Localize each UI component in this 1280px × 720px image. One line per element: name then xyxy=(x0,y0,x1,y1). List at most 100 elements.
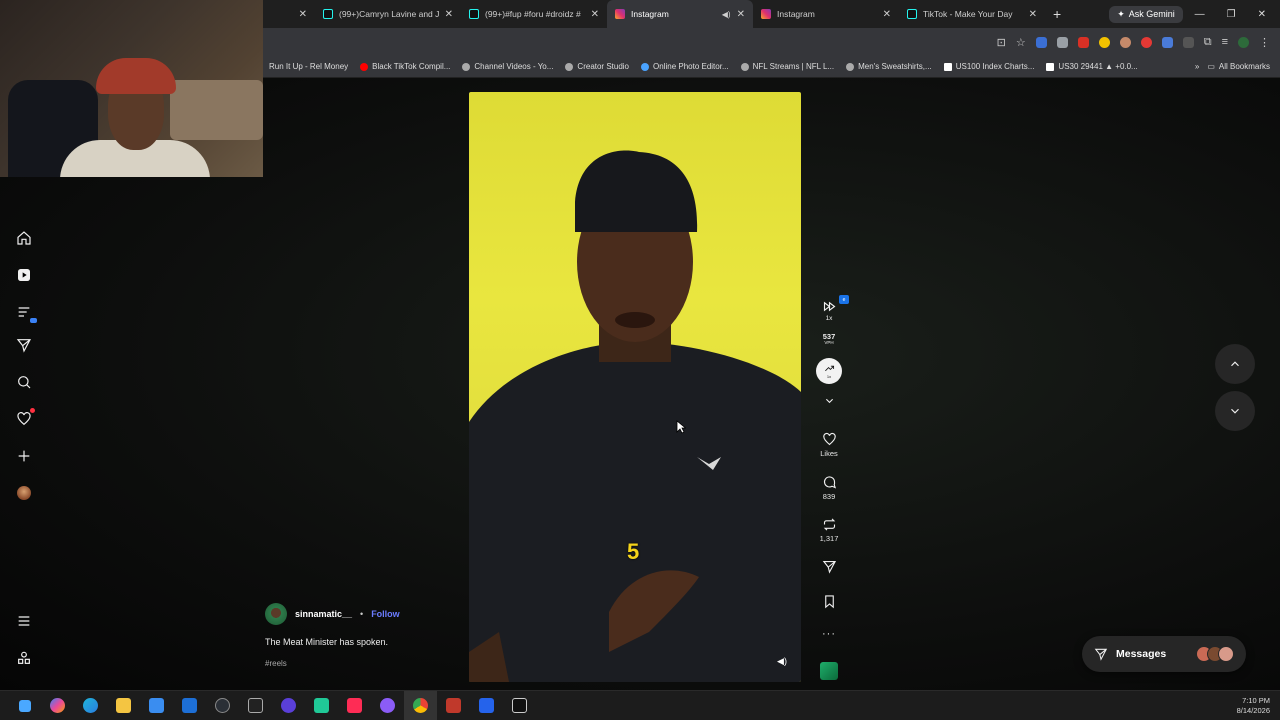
extension-icon[interactable] xyxy=(1098,36,1110,48)
tab-close-icon[interactable]: ✕ xyxy=(299,9,307,20)
feed-filter-icon[interactable] xyxy=(15,303,37,323)
bookmark-item[interactable]: Men's Sweatshirts,... xyxy=(840,62,938,71)
close-window-icon[interactable]: ✕ xyxy=(1258,9,1266,20)
tab-tiktok-fup[interactable]: (99+)#fup #foru #droidz # ✕ xyxy=(461,0,607,28)
ask-gemini-button[interactable]: ✦ Ask Gemini xyxy=(1109,5,1183,23)
globe-icon xyxy=(740,62,749,71)
minimize-icon[interactable]: — xyxy=(1195,9,1205,20)
folder-icon: ▭ xyxy=(1207,62,1215,71)
outlook-icon[interactable] xyxy=(173,691,206,720)
comment-button[interactable]: 839 xyxy=(812,475,846,501)
save-button[interactable] xyxy=(812,594,846,609)
previous-reel-button[interactable] xyxy=(1215,344,1255,384)
plus-app-icon[interactable] xyxy=(470,691,503,720)
store-icon[interactable] xyxy=(140,691,173,720)
audio-button[interactable] xyxy=(812,662,846,680)
tab-tiktok-home[interactable]: TikTok - Make Your Day ✕ xyxy=(899,0,1045,28)
reel-video[interactable]: 5 ◀) xyxy=(469,92,801,682)
messages-button[interactable]: Messages xyxy=(1082,636,1246,672)
repost-button[interactable]: 1,317 xyxy=(812,517,846,543)
file-explorer-icon[interactable] xyxy=(107,691,140,720)
bookmark-item[interactable]: Run It Up - Rel Money xyxy=(263,62,354,71)
epic-games-icon[interactable] xyxy=(239,691,272,720)
bookmarks-overflow-button[interactable]: » xyxy=(1187,62,1207,71)
bookmark-item[interactable]: Creator Studio xyxy=(559,62,635,71)
capcut-icon[interactable] xyxy=(305,691,338,720)
profile-avatar[interactable] xyxy=(15,484,33,502)
heart-icon xyxy=(822,432,836,446)
extension-icon[interactable] xyxy=(1182,36,1194,48)
expand-chevron-icon[interactable] xyxy=(812,393,846,408)
tab-instagram[interactable]: Instagram ✕ xyxy=(753,0,899,28)
bookmark-item[interactable]: Channel Videos - Yo... xyxy=(456,62,559,71)
speaker-icon[interactable]: ◀) xyxy=(775,654,789,668)
playback-speed-button[interactable]: 1x e xyxy=(812,295,849,322)
tiktok-app-icon[interactable] xyxy=(338,691,371,720)
tab-title: Instagram xyxy=(777,9,815,19)
install-app-icon[interactable]: ⊡ xyxy=(997,36,1006,49)
more-options-button[interactable]: ··· xyxy=(812,628,846,640)
instagram-favicon xyxy=(761,9,771,19)
caption-hashtag[interactable]: #reels xyxy=(265,659,465,668)
edge-browser-icon[interactable] xyxy=(74,691,107,720)
discord-icon[interactable] xyxy=(371,691,404,720)
bookmark-item[interactable]: Online Photo Editor... xyxy=(635,62,735,71)
profile-avatar-icon[interactable] xyxy=(1238,36,1249,48)
bookmark-item[interactable]: NFL Streams | NFL L... xyxy=(735,62,841,71)
comments-count: 839 xyxy=(822,492,836,501)
notifications-heart-icon[interactable] xyxy=(15,408,35,428)
tab-instagram-active[interactable]: Instagram ◀) ✕ xyxy=(607,0,753,28)
tf-app-icon[interactable] xyxy=(437,691,470,720)
extension-badge: e xyxy=(839,295,849,304)
bookmark-item[interactable]: US30 29441 ▲ +0.0... xyxy=(1040,62,1143,71)
extension-icon[interactable] xyxy=(1077,36,1089,48)
extension-icon[interactable] xyxy=(1161,36,1173,48)
system-clock[interactable]: 7:10 PM 8/14/2026 xyxy=(1237,696,1280,716)
follow-button[interactable]: Follow xyxy=(371,609,400,619)
restore-icon[interactable]: ❐ xyxy=(1227,9,1236,20)
home-icon[interactable] xyxy=(15,229,33,247)
next-reel-button[interactable] xyxy=(1215,391,1255,431)
share-button[interactable] xyxy=(812,559,846,574)
obs-icon[interactable] xyxy=(272,691,305,720)
tab-close-icon[interactable]: ✕ xyxy=(591,9,599,20)
direct-message-icon[interactable] xyxy=(15,336,33,354)
bookmark-star-icon[interactable]: ☆ xyxy=(1016,36,1026,49)
tab-0[interactable]: ✕ xyxy=(263,0,315,28)
extension-icon[interactable] xyxy=(1056,36,1068,48)
tab-close-icon[interactable]: ✕ xyxy=(737,9,745,20)
extension-icon[interactable] xyxy=(1119,36,1131,48)
chrome-icon[interactable] xyxy=(404,690,437,720)
tab-close-icon[interactable]: ✕ xyxy=(883,9,891,20)
trend-button[interactable]: 1x xyxy=(812,358,846,384)
bookmark-item[interactable]: US100 Index Charts... xyxy=(938,62,1041,71)
author-avatar[interactable] xyxy=(265,603,287,625)
create-plus-icon[interactable] xyxy=(15,447,33,465)
steam-icon[interactable] xyxy=(206,691,239,720)
reels-icon[interactable] xyxy=(15,266,33,284)
tab-audio-icon[interactable]: ◀) xyxy=(722,10,731,19)
bookmark-label: Run It Up - Rel Money xyxy=(269,62,349,71)
search-icon[interactable] xyxy=(15,373,33,391)
tab-close-icon[interactable]: ✕ xyxy=(445,9,453,20)
more-menu-icon[interactable] xyxy=(15,612,33,630)
extensions-puzzle-icon[interactable]: ⧉ xyxy=(1204,36,1212,49)
author-username[interactable]: sinnamatic__ xyxy=(295,609,352,619)
tab-tiktok-camryn[interactable]: (99+)Camryn Lavine and Ja ✕ xyxy=(315,0,461,28)
new-tab-button[interactable]: + xyxy=(1045,6,1069,22)
bookmark-item[interactable]: Black TikTok Compil... xyxy=(354,62,456,71)
repost-icon xyxy=(823,518,835,531)
extension-icon[interactable] xyxy=(1035,36,1047,48)
audio-thumbnail xyxy=(820,662,838,680)
capture-app-icon[interactable] xyxy=(503,691,536,720)
like-button[interactable]: Likes xyxy=(812,432,846,458)
all-bookmarks-button[interactable]: ▭ All Bookmarks xyxy=(1207,62,1280,71)
browser-menu-icon[interactable]: ⋮ xyxy=(1259,36,1270,49)
windows-start-icon[interactable] xyxy=(8,691,41,720)
extension-icon[interactable] xyxy=(1140,36,1152,48)
copilot-icon[interactable] xyxy=(41,691,74,720)
browser-tab-strip: ✕ (99+)Camryn Lavine and Ja ✕ (99+)#fup … xyxy=(263,0,1280,28)
reading-list-icon[interactable]: ≡ xyxy=(1222,36,1228,48)
tab-close-icon[interactable]: ✕ xyxy=(1029,9,1037,20)
also-from-meta-icon[interactable] xyxy=(15,649,33,667)
